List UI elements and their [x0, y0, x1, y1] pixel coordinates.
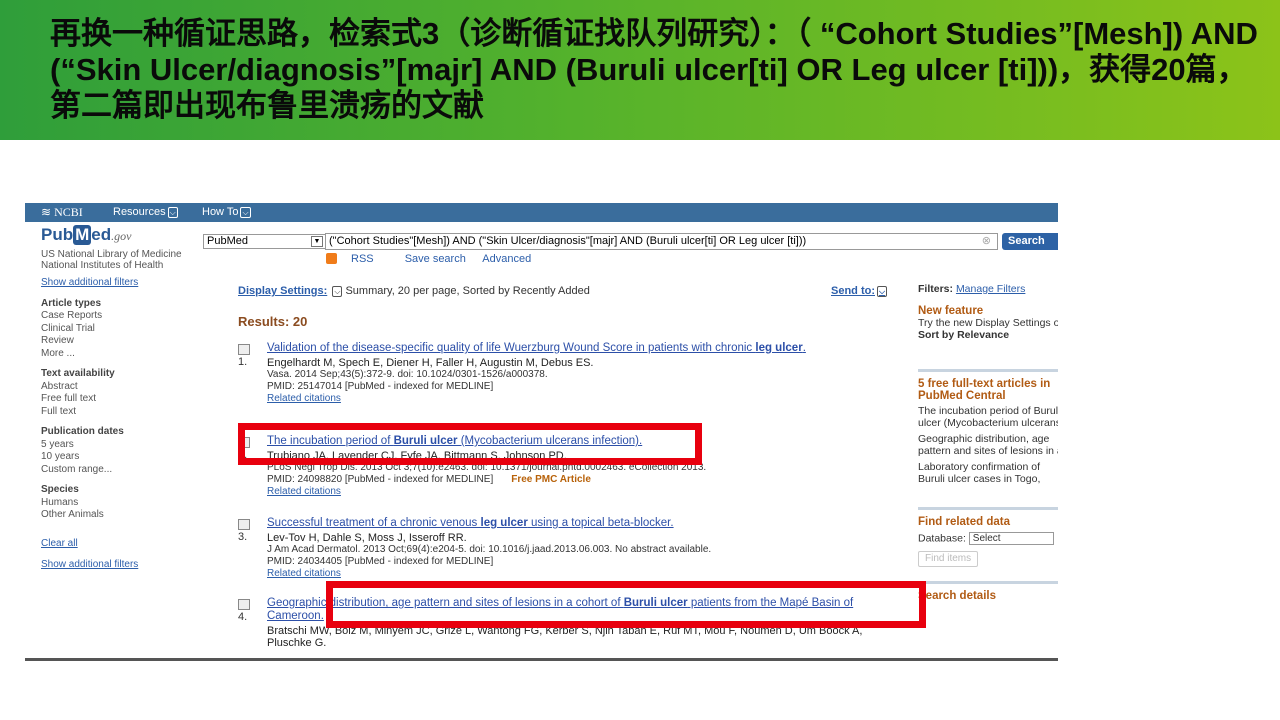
record-authors: Bratschi MW, Bolz M, Minyem JC, Grize L,… — [267, 625, 863, 649]
result-record: 1. Validation of the disease-specific qu… — [238, 342, 908, 405]
database-dropdown[interactable]: Select — [968, 532, 1054, 545]
new-feature-heading: New feature — [918, 305, 984, 317]
filter-item[interactable]: More ... — [41, 348, 201, 361]
result-record: 3. Successful treatment of a chronic ven… — [238, 517, 908, 580]
clear-icon[interactable]: ⊗ — [982, 234, 991, 249]
filter-item[interactable]: 10 years — [41, 451, 201, 464]
select-checkbox[interactable] — [238, 344, 250, 355]
send-to-link[interactable]: Send to: ⌵ — [831, 285, 888, 297]
slide-title: 再换一种循证思路，检索式3（诊断循证找队列研究）：（ “Cohort Studi… — [50, 16, 1258, 123]
rss-icon — [326, 253, 337, 264]
select-checkbox[interactable] — [238, 599, 250, 610]
record-number: 3. — [238, 531, 248, 543]
save-search-link[interactable]: Save search — [405, 253, 466, 265]
highlight-box-record-4 — [326, 581, 926, 628]
related-citations-link[interactable]: Related citations — [267, 393, 908, 405]
show-additional-filters-link[interactable]: Show additional filters — [41, 559, 201, 572]
publication-dates-heading: Publication dates — [41, 426, 124, 437]
filter-item[interactable]: Abstract — [41, 381, 201, 394]
filter-item[interactable]: Review — [41, 335, 201, 348]
species-heading: Species — [41, 484, 79, 495]
search-button[interactable]: Search — [1002, 233, 1058, 250]
record-pmid: PMID: 24098820 [PubMed - indexed for MED… — [267, 474, 591, 485]
pmc-article-link[interactable]: Geographic distribution, age pattern and… — [918, 433, 1058, 457]
chevron-down-icon: ⌵ — [167, 207, 178, 218]
divider — [918, 507, 1058, 510]
advanced-link[interactable]: Advanced — [482, 253, 531, 265]
right-column: Filters: Manage Filters New feature Try … — [918, 283, 1058, 602]
filter-sidebar: Show additional filters Article types Ca… — [41, 277, 201, 572]
chevron-down-icon: ⌵ — [877, 286, 888, 297]
resources-menu[interactable]: Resources ⌵ — [113, 206, 178, 218]
dropdown-arrow-icon: ▼ — [311, 236, 323, 247]
record-journal: Vasa. 2014 Sep;43(5):372-9. doi: 10.1024… — [267, 369, 548, 380]
record-pmid: PMID: 24034405 [PubMed - indexed for MED… — [267, 556, 494, 567]
find-related-heading: Find related data — [918, 516, 1011, 528]
highlight-box-record-2 — [238, 423, 702, 465]
free-fulltext-heading: 5 free full-text articles in PubMed Cent… — [918, 378, 1051, 402]
record-authors: Engelhardt M, Spech E, Diener H, Faller … — [267, 357, 594, 369]
ncbi-wave-icon: ≋ — [41, 205, 55, 219]
record-number: 1. — [238, 356, 248, 368]
chevron-down-icon: ⌵ — [240, 207, 251, 218]
divider — [918, 581, 1058, 584]
try-new-display-text: Try the new Display Settings option - — [918, 317, 1058, 329]
filters-row: Filters: Manage Filters — [918, 283, 1026, 295]
record-authors: Lev-Tov H, Dahle S, Moss J, Isseroff RR. — [267, 532, 467, 544]
ncbi-top-bar: ≋ NCBI Resources ⌵ How To ⌵ — [25, 203, 1058, 222]
filter-item[interactable]: 5 years — [41, 439, 201, 452]
record-title-link[interactable]: Validation of the disease-specific quali… — [267, 342, 908, 355]
record-title-link[interactable]: Successful treatment of a chronic venous… — [267, 517, 908, 530]
filter-item[interactable]: Humans — [41, 497, 201, 510]
database-row: Database: Select — [918, 532, 1058, 545]
title-banner: 再换一种循证思路，检索式3（诊断循证找队列研究）：（ “Cohort Studi… — [0, 0, 1280, 140]
free-pmc-badge[interactable]: Free PMC Article — [511, 474, 591, 485]
record-journal: J Am Acad Dermatol. 2013 Oct;69(4):e204-… — [267, 544, 712, 555]
howto-menu[interactable]: How To ⌵ — [202, 206, 251, 218]
display-settings-value: Summary, 20 per page, Sorted by Recently… — [345, 285, 590, 297]
ncbi-logo[interactable]: ≋ NCBI — [41, 205, 83, 220]
manage-filters-link[interactable]: Manage Filters — [956, 283, 1025, 295]
filter-item[interactable]: Free full text — [41, 393, 201, 406]
sort-relevance-link[interactable]: Sort by Relevance — [918, 329, 1058, 341]
chevron-down-icon[interactable]: ⌵ — [332, 286, 343, 297]
divider — [918, 369, 1058, 372]
display-settings-link[interactable]: Display Settings: — [238, 285, 327, 297]
related-citations-link[interactable]: Related citations — [267, 568, 908, 580]
clear-all-link[interactable]: Clear all — [41, 538, 201, 551]
show-additional-filters-link[interactable]: Show additional filters — [41, 277, 201, 290]
select-checkbox[interactable] — [238, 519, 250, 530]
search-sublinks: RSS Save search Advanced — [326, 253, 545, 265]
database-select[interactable]: PubMed ▼ — [203, 234, 326, 249]
search-details-heading: Search details — [918, 590, 996, 602]
search-input[interactable]: ("Cohort Studies"[Mesh]) AND ("Skin Ulce… — [325, 233, 998, 250]
text-availability-heading: Text availability — [41, 368, 115, 379]
filter-item[interactable]: Case Reports — [41, 310, 201, 323]
filter-item[interactable]: Full text — [41, 406, 201, 419]
pmc-article-link[interactable]: The incubation period of Buruli ulcer (M… — [918, 405, 1058, 429]
find-items-button[interactable]: Find items — [918, 551, 979, 567]
filter-item[interactable]: Other Animals — [41, 509, 201, 522]
related-citations-link[interactable]: Related citations — [267, 486, 908, 498]
record-pmid: PMID: 25147014 [PubMed - indexed for MED… — [267, 381, 494, 392]
display-settings: Display Settings: ⌵ Summary, 20 per page… — [238, 285, 590, 297]
filter-item[interactable]: Custom range... — [41, 464, 201, 477]
nlm-subtitle: US National Library of Medicine National… — [41, 249, 182, 271]
record-number: 4. — [238, 611, 248, 623]
pubmed-logo[interactable]: Pub Med.gov — [41, 225, 131, 245]
results-count: Results: 20 — [238, 314, 308, 329]
filter-item[interactable]: Clinical Trial — [41, 323, 201, 336]
pmc-article-link[interactable]: Laboratory confirmation of Buruli ulcer … — [918, 461, 1058, 485]
rss-link[interactable]: RSS — [326, 253, 388, 265]
article-types-heading: Article types — [41, 297, 102, 309]
